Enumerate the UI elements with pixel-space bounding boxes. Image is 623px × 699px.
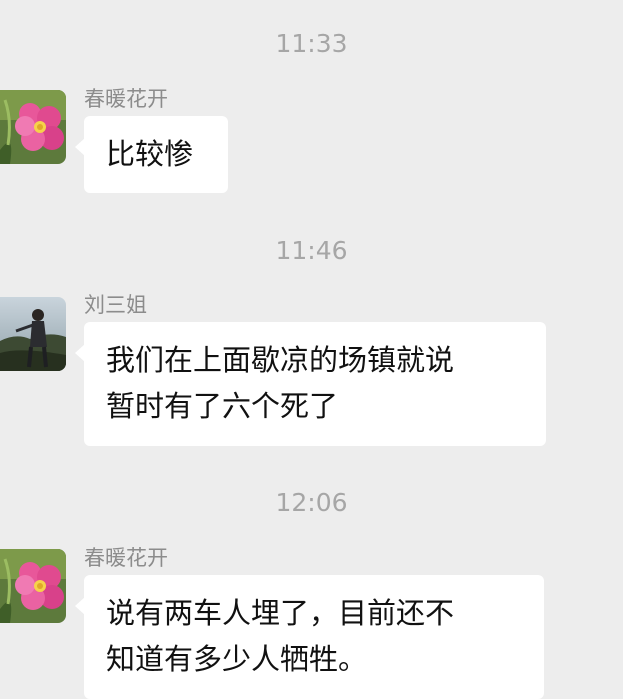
sender-name: 春暖花开 bbox=[84, 87, 168, 111]
message-timestamp: 11:33 bbox=[275, 29, 348, 58]
message-text-line: 暂时有了六个死了 bbox=[106, 389, 339, 423]
message-text-line: 比较惨 bbox=[106, 137, 194, 171]
sender-name: 刘三姐 bbox=[84, 293, 147, 317]
message-text-line: 知道有多少人牺牲。 bbox=[106, 642, 368, 676]
message-bubble[interactable]: 比较惨 bbox=[75, 116, 228, 193]
sender-name: 春暖花开 bbox=[84, 546, 168, 570]
pink-flower-avatar-icon[interactable] bbox=[0, 90, 66, 164]
message-bubble[interactable]: 说有两车人埋了，目前还不 知道有多少人牺牲。 bbox=[75, 575, 544, 699]
message-bubble[interactable]: 我们在上面歇凉的场镇就说 暂时有了六个死了 bbox=[75, 322, 546, 446]
pink-flower-avatar-icon[interactable] bbox=[0, 549, 66, 623]
message-text-line: 说有两车人埋了，目前还不 bbox=[106, 596, 455, 630]
message-timestamp: 12:06 bbox=[275, 488, 348, 517]
message-timestamp: 11:46 bbox=[275, 236, 348, 265]
person-photo-avatar-icon[interactable] bbox=[0, 297, 66, 371]
message-text-line: 我们在上面歇凉的场镇就说 bbox=[106, 343, 455, 377]
chat-message-list[interactable]: 11:33 春暖花开 比较惨 11:46 刘三姐 我们在上面歇凉的场镇就说 暂时… bbox=[0, 0, 623, 699]
